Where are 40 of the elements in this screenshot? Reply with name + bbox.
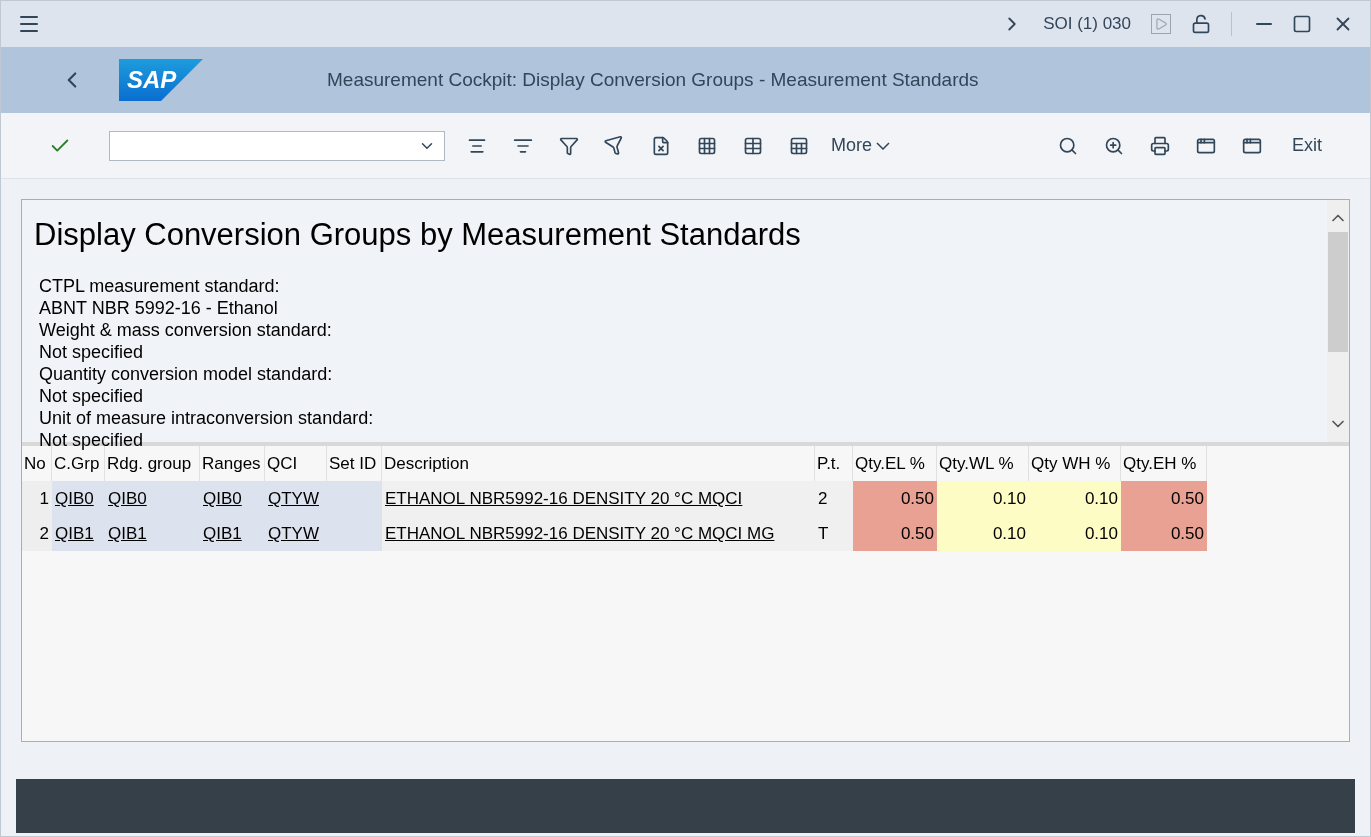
table-link[interactable]: QIB1 [108,520,147,547]
scrollbar-thumb[interactable] [1328,232,1348,352]
report-heading: Display Conversion Groups by Measurement Standards [34,216,802,254]
report-line: Unit of measure intraconversion standard: [38,406,375,429]
cell-text: 0.10 [992,522,1026,545]
table-link[interactable]: QIB0 [203,485,242,512]
table-link[interactable]: QIB0 [55,485,94,512]
cell-text: 2 [39,522,49,545]
system-label: SOI (1) 030 [1043,13,1131,36]
cell-text: 0.10 [1084,522,1118,545]
report-line: ABNT NBR 5992-16 - Ethanol [38,296,279,319]
table-link[interactable]: QIB0 [108,485,147,512]
table-link[interactable]: QIB1 [203,520,242,547]
cell-text: 2 [818,487,828,510]
page-title: Measurement Cockpit: Display Conversion Groups - Measurement Standards [327,67,979,92]
cell-text: 0.10 [992,487,1026,510]
table-link[interactable]: ETHANOL NBR5992-16 DENSITY 20 °C MQCI [385,485,743,512]
cell-text: 0.10 [1084,487,1118,510]
unlock-icon[interactable] [1191,14,1211,34]
sap-logo: SAP [119,59,203,101]
table-link[interactable]: QIB1 [55,520,94,547]
command-field[interactable] [109,130,445,161]
cell-text: 0.50 [900,487,934,510]
cell-text: 0.50 [900,522,934,545]
maximize-icon[interactable] [1292,14,1312,34]
cell-text: 0.50 [1170,522,1204,545]
table-link[interactable]: QTYW [268,520,319,547]
cell-text: T [818,522,829,545]
report-line: CTPL measurement standard: [38,274,281,297]
report-line: Weight & mass conversion standard: [38,318,333,341]
table-link[interactable]: ETHANOL NBR5992-16 DENSITY 20 °C MQCI MG [385,520,775,547]
more-button[interactable]: More [831,132,890,159]
caret-icon [876,141,890,150]
cell-text: 0.50 [1170,487,1204,510]
report-line: Quantity conversion model standard: [38,362,334,385]
table-link[interactable]: QTYW [268,485,319,512]
report-line: Not specified [38,384,145,407]
cell-text: 1 [39,487,49,510]
exit-button[interactable]: Exit [1292,132,1322,159]
report-line: Not specified [38,340,145,363]
